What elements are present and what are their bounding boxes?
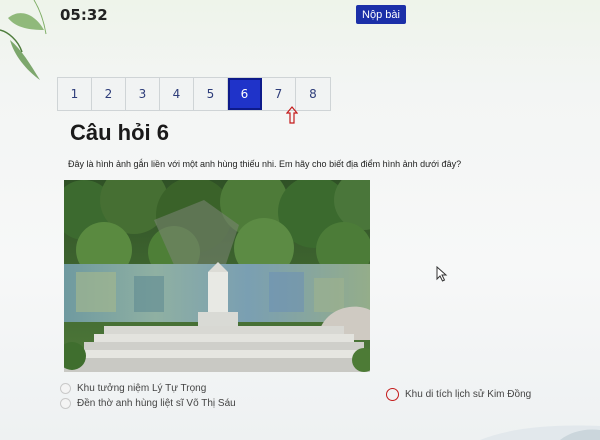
option-label: Khu tưởng niệm Lý Tự Trọng <box>77 383 207 394</box>
option-label: Đền thờ anh hùng liệt sĩ Võ Thị Sáu <box>77 398 236 409</box>
radio-button[interactable] <box>60 383 71 394</box>
answer-option-1[interactable]: Khu tưởng niệm Lý Tự Trọng <box>60 383 206 394</box>
question-nav-3[interactable]: 3 <box>126 78 160 110</box>
radio-button[interactable] <box>386 388 399 401</box>
question-nav-6-active[interactable]: 6 <box>228 78 262 110</box>
question-nav-8[interactable]: 8 <box>296 78 330 110</box>
question-nav-1[interactable]: 1 <box>58 78 92 110</box>
countdown-timer: 05:32 <box>60 6 108 24</box>
question-text: Đây là hình ảnh gắn liền với một anh hùn… <box>68 159 462 169</box>
question-title: Câu hỏi 6 <box>70 120 170 145</box>
question-nav-2[interactable]: 2 <box>92 78 126 110</box>
submit-button[interactable]: Nộp bài <box>356 5 406 24</box>
question-nav-5[interactable]: 5 <box>194 78 228 110</box>
question-nav-4[interactable]: 4 <box>160 78 194 110</box>
answer-option-2[interactable]: Đền thờ anh hùng liệt sĩ Võ Thị Sáu <box>60 398 236 409</box>
memorial-photo <box>64 180 370 372</box>
radio-button[interactable] <box>60 398 71 409</box>
corner-decoration <box>480 425 600 440</box>
red-arrow-pointer <box>286 106 298 124</box>
option-label: Khu di tích lịch sử Kim Đồng <box>405 389 532 400</box>
answer-option-3[interactable]: Khu di tích lịch sử Kim Đồng <box>386 388 531 401</box>
mouse-cursor-icon <box>436 266 448 282</box>
